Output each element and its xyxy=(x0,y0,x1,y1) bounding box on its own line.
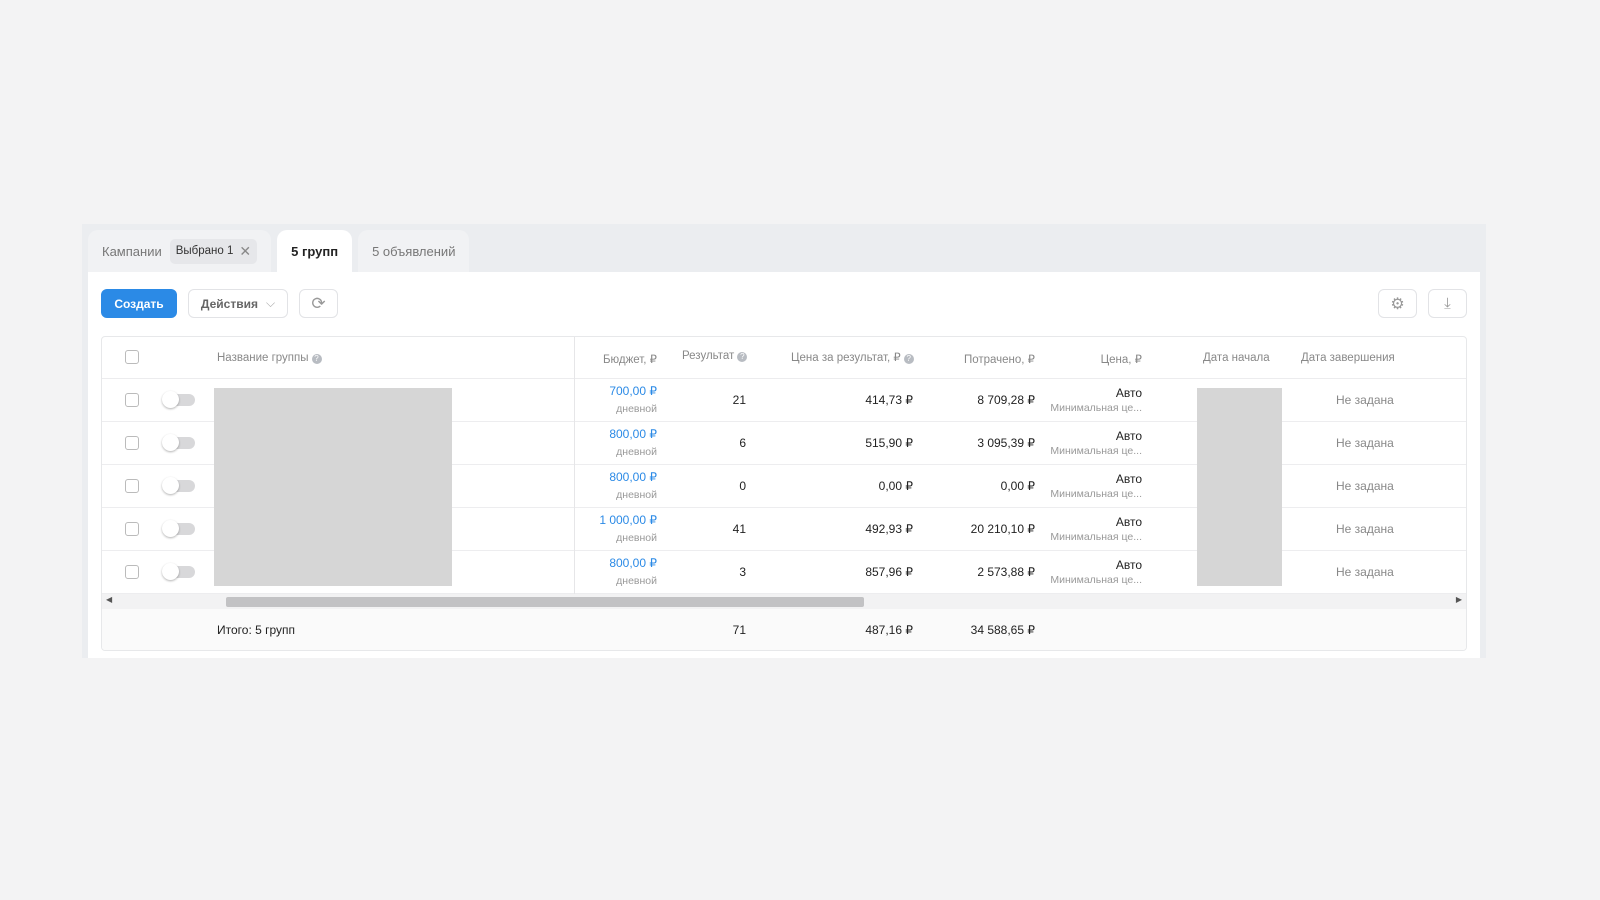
cpr-value: 492,93 ₽ xyxy=(865,522,913,536)
col-cpr-label: Цена за результат, ₽ xyxy=(791,352,901,364)
spent-value: 0,00 ₽ xyxy=(1000,479,1035,493)
chevron-down-icon: ⌵ xyxy=(265,296,276,310)
row-checkbox[interactable] xyxy=(125,565,139,579)
col-name[interactable]: Название группы? xyxy=(217,352,322,364)
col-price[interactable]: Цена, ₽ xyxy=(1101,352,1142,366)
budget-type: дневной xyxy=(616,575,657,587)
col-result-label: Результат xyxy=(682,350,735,362)
row-toggle[interactable] xyxy=(162,520,195,537)
tab-groups[interactable]: 5 групп xyxy=(277,230,353,272)
col-name-label: Название группы xyxy=(217,352,309,364)
budget-link[interactable]: 1 000,00 ₽ xyxy=(599,513,657,527)
table-header: Название группы? Бюджет, ₽ Результат? Це… xyxy=(102,337,1466,379)
end-date: Не задана xyxy=(1336,565,1394,579)
row-checkbox[interactable] xyxy=(125,522,139,536)
cpr-value: 0,00 ₽ xyxy=(878,479,913,493)
refresh-button[interactable]: ⟳ xyxy=(299,289,338,318)
footer-result: 71 xyxy=(732,623,746,637)
create-button[interactable]: Создать xyxy=(101,289,177,318)
tab-ads[interactable]: 5 объявлений xyxy=(358,230,470,272)
table-footer: Итого: 5 групп 71 487,16 ₽ 34 588,65 ₽ xyxy=(102,609,1466,650)
result-value: 41 xyxy=(732,522,746,536)
budget-link[interactable]: 800,00 ₽ xyxy=(609,470,657,484)
row-toggle[interactable] xyxy=(162,434,195,451)
budget-type: дневной xyxy=(616,446,657,458)
result-value: 0 xyxy=(739,479,746,493)
scroll-left-icon[interactable]: ◀ xyxy=(106,595,112,604)
select-all-checkbox[interactable] xyxy=(125,350,139,364)
result-value: 3 xyxy=(739,565,746,579)
settings-button[interactable]: ⚙ xyxy=(1378,289,1417,318)
price-sub: Минимальная це... xyxy=(1050,445,1142,457)
row-checkbox[interactable] xyxy=(125,393,139,407)
spent-value: 20 210,10 ₽ xyxy=(970,522,1035,536)
result-value: 21 xyxy=(732,393,746,407)
col-start[interactable]: Дата начала xyxy=(1203,352,1270,364)
col-budget[interactable]: Бюджет, ₽ xyxy=(603,352,657,366)
budget-type: дневной xyxy=(616,489,657,501)
footer-label: Итого: 5 групп xyxy=(217,623,296,637)
budget-type: дневной xyxy=(616,532,657,544)
groups-panel: Кампании Выбрано 1 ✕ 5 групп 5 объявлений… xyxy=(82,224,1486,658)
col-end[interactable]: Дата завершения xyxy=(1301,352,1395,364)
tab-campaigns[interactable]: Кампании Выбрано 1 ✕ xyxy=(88,230,272,272)
price-sub: Минимальная це... xyxy=(1050,574,1142,586)
price-value: Авто xyxy=(1115,558,1142,572)
group-names-redacted xyxy=(214,388,452,586)
start-dates-redacted xyxy=(1197,388,1282,586)
tabs: Кампании Выбрано 1 ✕ 5 групп 5 объявлений xyxy=(88,230,470,272)
actions-dropdown[interactable]: Действия ⌵ xyxy=(188,289,288,318)
close-icon[interactable]: ✕ xyxy=(239,243,251,260)
selected-chip: Выбрано 1 ✕ xyxy=(169,238,258,264)
row-toggle[interactable] xyxy=(162,477,195,494)
price-value: Авто xyxy=(1115,472,1142,486)
cpr-value: 857,96 ₽ xyxy=(865,565,913,579)
horizontal-scrollbar[interactable]: ◀ ▶ xyxy=(102,594,1466,609)
help-icon[interactable]: ? xyxy=(903,354,914,364)
row-checkbox[interactable] xyxy=(125,436,139,450)
end-date: Не задана xyxy=(1336,479,1394,493)
price-value: Авто xyxy=(1115,515,1142,529)
col-spent[interactable]: Потрачено, ₽ xyxy=(964,352,1035,366)
groups-table: Название группы? Бюджет, ₽ Результат? Це… xyxy=(101,336,1467,651)
price-sub: Минимальная це... xyxy=(1050,488,1142,500)
scroll-right-icon[interactable]: ▶ xyxy=(1456,595,1462,604)
end-date: Не задана xyxy=(1336,393,1394,407)
content: Создать Действия ⌵ ⟳ ⚙ ⤓ Название группы?… xyxy=(88,272,1480,658)
row-toggle[interactable] xyxy=(162,563,195,580)
col-cpr[interactable]: Цена за результат, ₽? xyxy=(791,350,914,364)
price-sub: Минимальная це... xyxy=(1050,402,1142,414)
budget-link[interactable]: 800,00 ₽ xyxy=(609,427,657,441)
scrollbar-thumb[interactable] xyxy=(226,597,864,607)
result-value: 6 xyxy=(739,436,746,450)
gear-icon: ⚙ xyxy=(1390,295,1405,313)
help-icon[interactable]: ? xyxy=(311,354,322,364)
end-date: Не задана xyxy=(1336,436,1394,450)
refresh-icon: ⟳ xyxy=(311,293,326,313)
download-icon: ⤓ xyxy=(1444,295,1451,312)
end-date: Не задана xyxy=(1336,522,1394,536)
budget-link[interactable]: 800,00 ₽ xyxy=(609,556,657,570)
col-result[interactable]: Результат? xyxy=(682,350,748,362)
spent-value: 2 573,88 ₽ xyxy=(977,565,1035,579)
price-sub: Минимальная це... xyxy=(1050,531,1142,543)
price-value: Авто xyxy=(1115,429,1142,443)
price-value: Авто xyxy=(1115,386,1142,400)
selected-chip-label: Выбрано 1 xyxy=(175,245,234,257)
cpr-value: 414,73 ₽ xyxy=(865,393,913,407)
cpr-value: 515,90 ₽ xyxy=(865,436,913,450)
budget-link[interactable]: 700,00 ₽ xyxy=(609,384,657,398)
budget-type: дневной xyxy=(616,403,657,415)
tab-campaigns-label: Кампании xyxy=(102,243,162,259)
download-button[interactable]: ⤓ xyxy=(1428,289,1467,318)
actions-label: Действия xyxy=(200,296,258,311)
column-divider xyxy=(574,337,575,595)
footer-spent: 34 588,65 ₽ xyxy=(970,623,1035,637)
spent-value: 3 095,39 ₽ xyxy=(977,436,1035,450)
row-toggle[interactable] xyxy=(162,391,195,408)
row-checkbox[interactable] xyxy=(125,479,139,493)
help-icon[interactable]: ? xyxy=(737,352,748,362)
footer-cpr: 487,16 ₽ xyxy=(865,623,913,637)
spent-value: 8 709,28 ₽ xyxy=(977,393,1035,407)
